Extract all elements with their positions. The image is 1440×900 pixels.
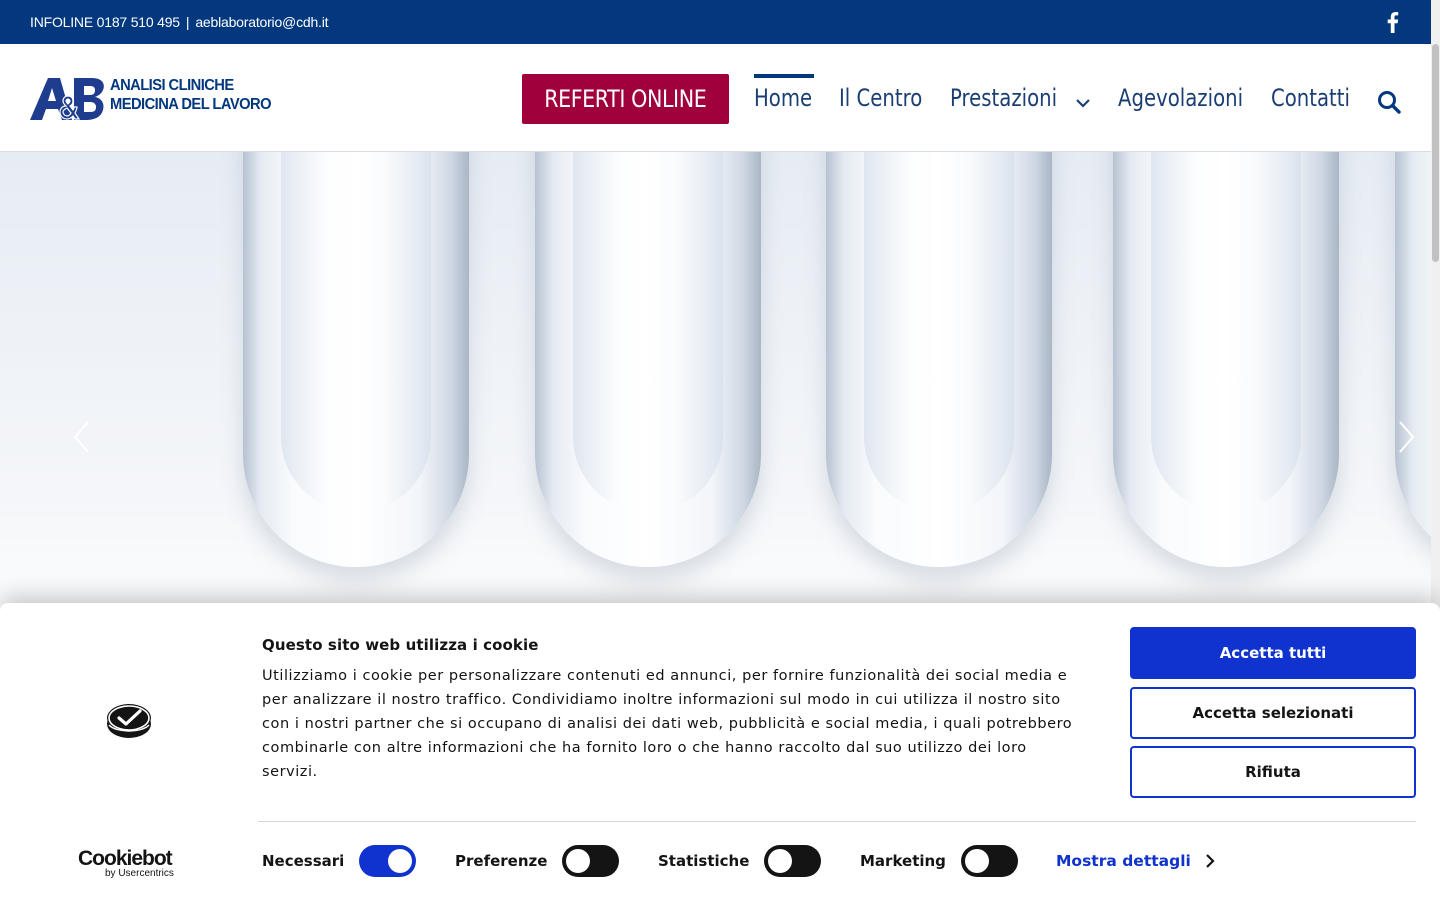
hero-test-tube-image xyxy=(1113,152,1339,567)
chevron-left-icon[interactable] xyxy=(72,420,92,454)
nav-item-contatti[interactable]: Contatti xyxy=(1271,84,1367,118)
cookie-category-label: Statistiche xyxy=(658,852,750,870)
accept-selected-button[interactable]: Accetta selezionati xyxy=(1130,687,1416,739)
nav-item-prestazioni[interactable]: Prestazioni xyxy=(950,84,1081,118)
cookie-category-marketing: Marketing xyxy=(860,843,1018,879)
hero-test-tube-image xyxy=(1395,152,1431,567)
cookie-description: Utilizziamo i cookie per personalizzare … xyxy=(262,668,1073,780)
contact-separator: | xyxy=(185,14,190,30)
toggle-knob xyxy=(768,849,793,873)
marketing-toggle[interactable] xyxy=(960,845,1018,877)
nav-item-agevolazioni-label: Agevolazioni xyxy=(1118,84,1244,112)
site-header: ANALISI CLINICHE MEDICINA DEL LAVORO REF… xyxy=(0,44,1431,152)
nav-item-prestazioni-label: Prestazioni xyxy=(950,84,1058,112)
ab-logo-mark-icon xyxy=(30,78,104,120)
show-details-label: Mostra dettagli xyxy=(1056,852,1191,870)
referti-online-button[interactable]: REFERTI ONLINE xyxy=(522,74,729,124)
toggle-knob xyxy=(388,849,413,873)
hero-slider xyxy=(0,152,1431,604)
cookiebot-brand[interactable]: Cookiebot by Usercentrics xyxy=(78,847,182,879)
search-icon[interactable] xyxy=(1377,90,1401,114)
toggle-knob xyxy=(566,849,591,873)
cookie-title: Questo sito web utilizza i cookie xyxy=(262,636,539,654)
cookie-consent-banner: Questo sito web utilizza i cookie Utiliz… xyxy=(0,603,1440,900)
nav-item-home[interactable]: Home xyxy=(754,84,825,118)
hero-test-tube-image xyxy=(243,152,469,567)
top-bar-contact: INFOLINE 0187 510 495 | aeblaboratorio@c… xyxy=(30,0,329,44)
deny-button[interactable]: Rifiuta xyxy=(1130,746,1416,798)
infoline-text[interactable]: INFOLINE 0187 510 495 xyxy=(30,14,180,30)
cookie-divider xyxy=(258,821,1416,822)
logo-line-2: MEDICINA DEL LAVORO xyxy=(110,96,272,113)
cookie-category-preferenze: Preferenze xyxy=(455,843,620,879)
hero-test-tube-image xyxy=(535,152,761,567)
chevron-right-icon xyxy=(1206,854,1215,868)
nav-item-contatti-label: Contatti xyxy=(1271,84,1350,112)
cookie-category-necessari: Necessari xyxy=(262,843,417,879)
logo-wordmark: ANALISI CLINICHE MEDICINA DEL LAVORO xyxy=(110,76,272,114)
nav-item-il-centro-label: Il Centro xyxy=(839,84,923,112)
preferenze-toggle[interactable] xyxy=(562,845,620,877)
cookie-category-label: Marketing xyxy=(860,852,946,870)
nav-item-home-label: Home xyxy=(754,84,813,112)
chevron-right-icon[interactable] xyxy=(1396,420,1416,454)
cookie-category-label: Preferenze xyxy=(455,852,548,870)
referti-online-label: REFERTI ONLINE xyxy=(544,85,707,113)
hero-test-tube-image xyxy=(826,152,1052,567)
cookie-category-label: Necessari xyxy=(262,852,345,870)
nav-item-agevolazioni[interactable]: Agevolazioni xyxy=(1118,84,1271,118)
nav-active-indicator xyxy=(754,74,814,78)
facebook-icon[interactable] xyxy=(1383,11,1401,33)
chevron-down-icon[interactable] xyxy=(1075,97,1091,109)
accept-all-button[interactable]: Accetta tutti xyxy=(1130,627,1416,679)
site-logo[interactable]: ANALISI CLINICHE MEDICINA DEL LAVORO xyxy=(30,76,282,122)
nav-item-il-centro[interactable]: Il Centro xyxy=(839,84,941,118)
show-details-link[interactable]: Mostra dettagli xyxy=(1056,843,1215,879)
top-bar: INFOLINE 0187 510 495 | aeblaboratorio@c… xyxy=(0,0,1440,44)
cookiebot-logo-icon xyxy=(107,704,151,738)
page-scrollbar-thumb[interactable] xyxy=(1432,44,1439,262)
cookiebot-brand-sub: by Usercentrics xyxy=(105,868,174,879)
statistiche-toggle[interactable] xyxy=(764,845,822,877)
toggle-knob xyxy=(964,849,989,873)
logo-line-1: ANALISI CLINICHE xyxy=(110,77,234,94)
necessari-toggle[interactable] xyxy=(359,845,417,877)
cookie-category-statistiche: Statistiche xyxy=(658,843,822,879)
email-link[interactable]: aeblaboratorio@cdh.it xyxy=(195,14,328,30)
